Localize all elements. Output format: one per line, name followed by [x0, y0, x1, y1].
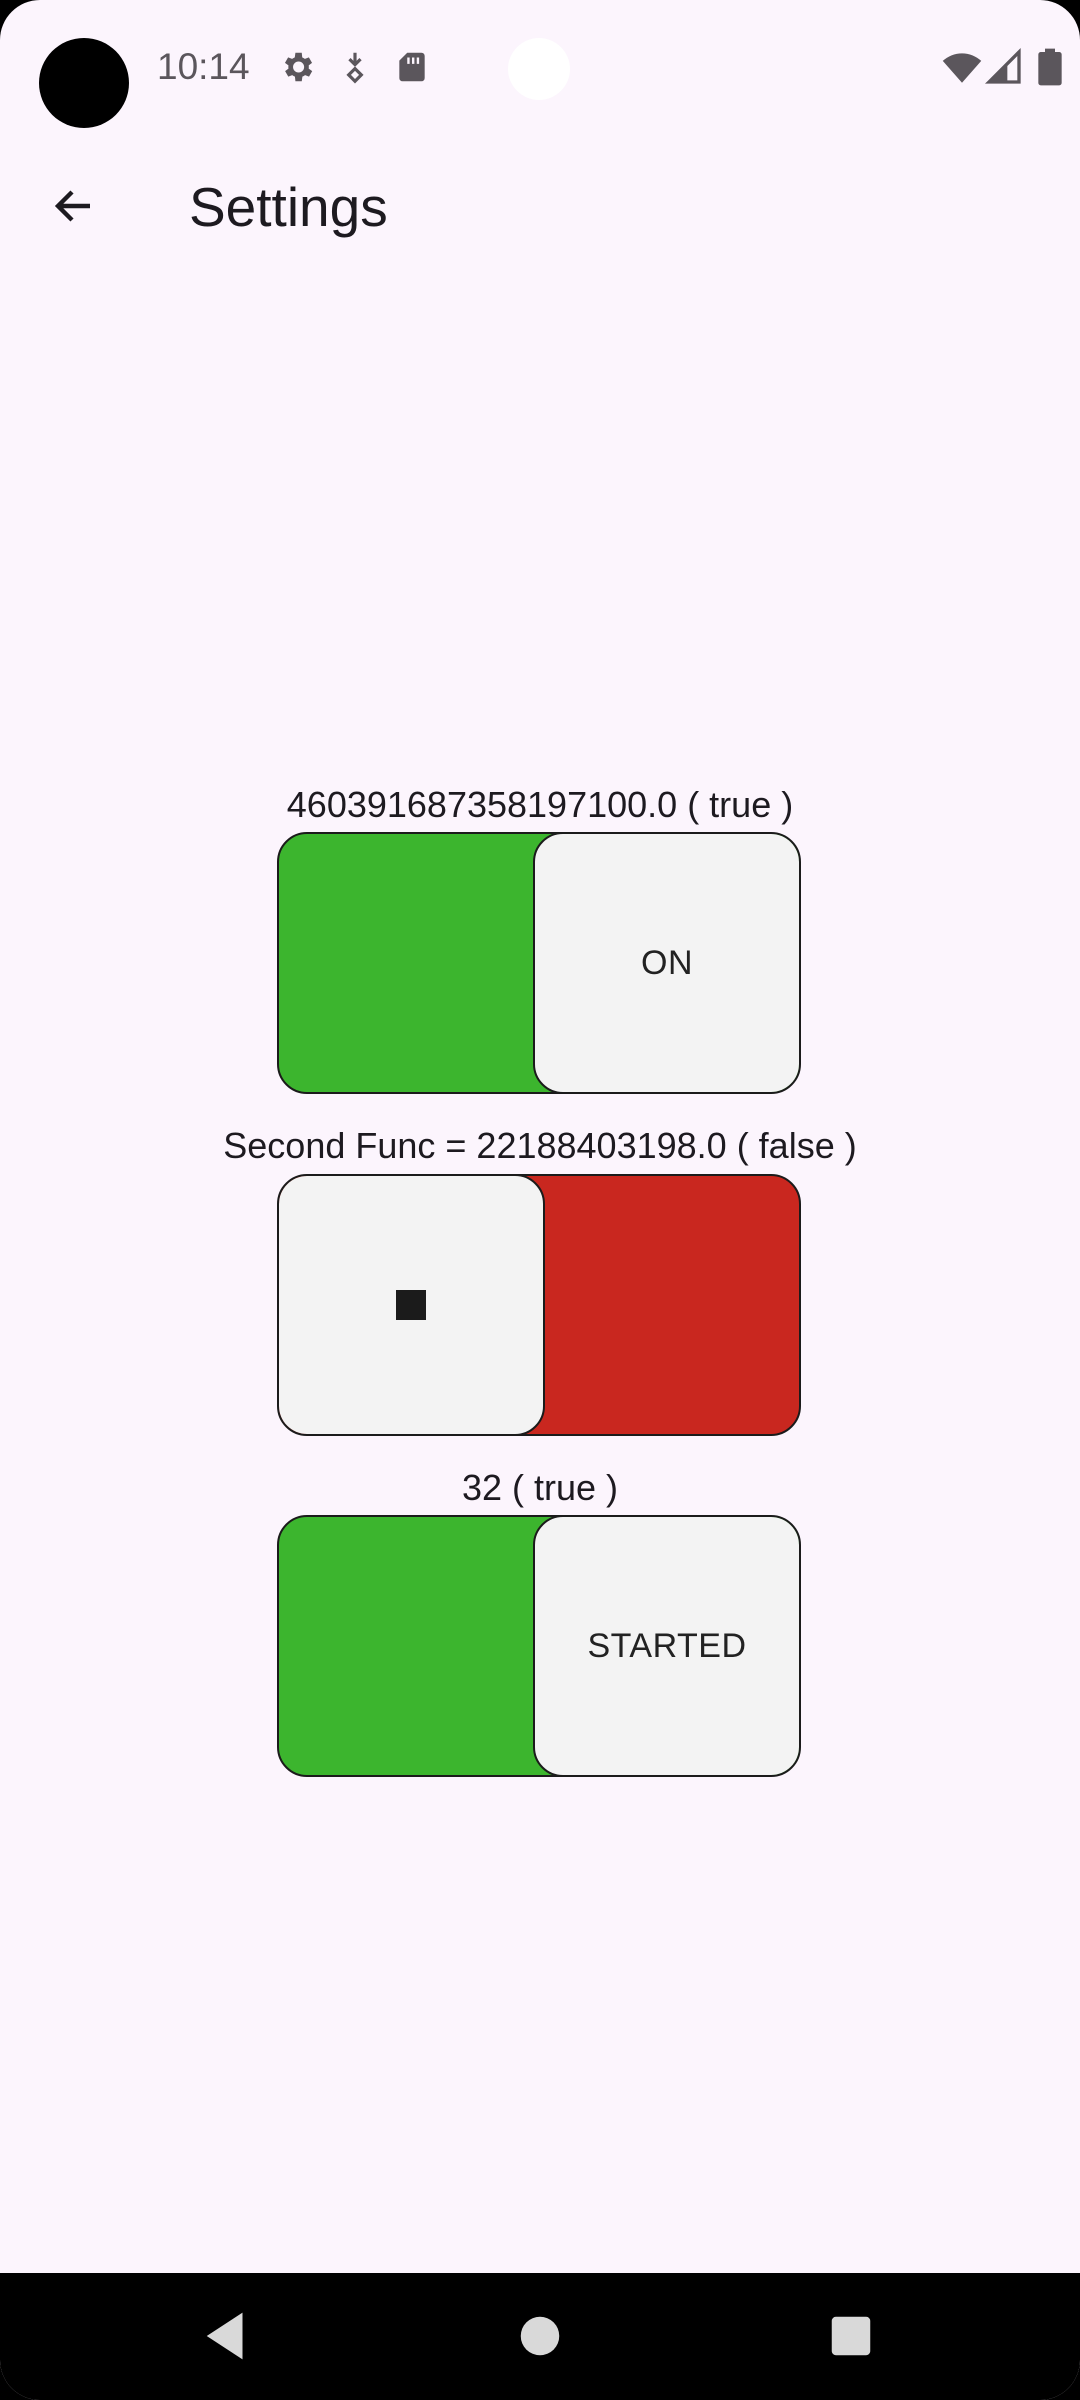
back-triangle-icon	[193, 2303, 259, 2369]
toggle-switch-3[interactable]: STARTED	[277, 1515, 801, 1777]
switch-label: 460391687358197100.0 ( true )	[286, 784, 794, 825]
front-camera-indicator	[508, 38, 570, 100]
switch-group-1: 460391687358197100.0 ( true ) ON	[0, 783, 1080, 1094]
thumb-label: ON	[641, 943, 693, 982]
navigation-bar	[0, 2273, 1080, 2400]
wifi-icon	[941, 46, 983, 88]
switch-thumb: ON	[533, 834, 799, 1092]
nav-recents-button[interactable]	[818, 2303, 884, 2369]
battery-icon	[1032, 47, 1068, 87]
page-title: Settings	[189, 176, 388, 238]
download-arrow-icon	[336, 48, 374, 86]
cell-signal-icon	[984, 47, 1024, 87]
settings-screen: 10:14 Settings 460391687358197100.0 (tr…	[0, 0, 1080, 2400]
recents-square-icon	[818, 2303, 884, 2369]
sd-card-icon	[393, 48, 431, 86]
switch-label: Second Func = 22188403198.0 ( false )	[223, 1125, 857, 1166]
back-button[interactable]	[36, 168, 112, 244]
switch-thumb: STARTED	[533, 1517, 799, 1775]
gear-icon	[278, 48, 316, 86]
stop-square-icon	[396, 1290, 426, 1320]
status-bar: 10:14	[0, 0, 1080, 132]
toggle-switch-1[interactable]: ON	[277, 832, 801, 1094]
thumb-label: STARTED	[587, 1626, 747, 1665]
arrow-back-icon	[50, 182, 98, 230]
toggle-switch-2[interactable]	[277, 1174, 801, 1436]
status-time: 10:14	[157, 46, 250, 87]
nav-back-button[interactable]	[193, 2303, 259, 2369]
switch-thumb	[279, 1176, 545, 1434]
switch-label: 32 ( true )	[461, 1467, 619, 1508]
switch-group-2: Second Func = 22188403198.0 ( false )	[0, 1124, 1080, 1436]
switch-group-3: 32 ( true ) STARTED	[0, 1466, 1080, 1777]
nav-home-button[interactable]	[507, 2303, 573, 2369]
camera-cutout	[39, 38, 129, 128]
app-bar: Settings	[0, 150, 1080, 270]
home-circle-icon	[507, 2303, 573, 2369]
